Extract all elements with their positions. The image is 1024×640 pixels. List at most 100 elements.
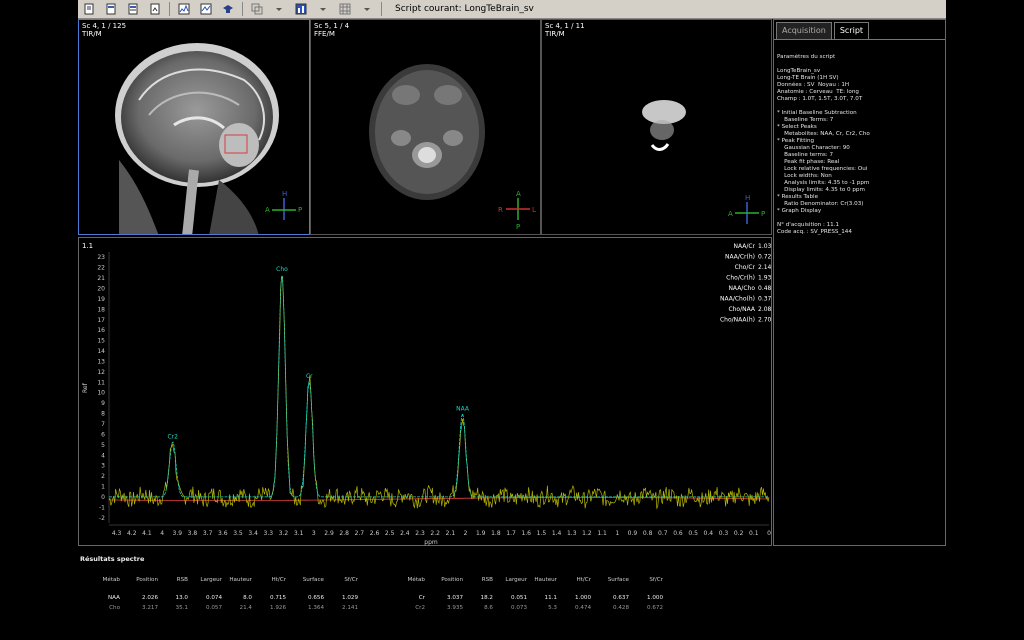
results-cell: 8.6 <box>484 605 493 611</box>
orientation-head-label: H <box>745 194 751 202</box>
x-tick-label: 3.1 <box>294 530 304 537</box>
report-list-icon[interactable] <box>124 2 142 17</box>
x-tick-label: 0.4 <box>704 530 714 537</box>
results-header-cell: Ht/Cr <box>576 577 592 583</box>
y-tick-label: 10 <box>97 390 105 397</box>
x-tick-label: 4 <box>160 530 164 537</box>
x-tick-label: 2.9 <box>324 530 334 537</box>
results-cell: Cr2 <box>415 605 425 611</box>
results-section: Résultats spectre Métab Position RSB Largeu… <box>78 553 948 633</box>
viewport-axial[interactable]: Sc 5, 1 / 4 FFE/M A R L P <box>310 19 541 235</box>
ratio-value: 2.14 <box>758 264 772 271</box>
tab-acquisition[interactable]: Acquisition <box>776 22 832 40</box>
x-tick-label: 2.5 <box>385 530 395 537</box>
layers-icon[interactable] <box>248 2 266 17</box>
ratio-value: 2.70 <box>758 317 772 324</box>
y-tick-label: 18 <box>97 306 105 313</box>
report-icon[interactable] <box>102 2 120 17</box>
results-row: Cho 3.217 35.1 0.057 21.4 1.926 1.364 2.141 <box>88 603 358 613</box>
spectrum-view-icon[interactable] <box>175 2 193 17</box>
spectrum-compare-icon[interactable] <box>197 2 215 17</box>
x-tick-label: 1.1 <box>597 530 607 537</box>
x-tick-label: 3.4 <box>248 530 258 537</box>
y-tick-label: 3 <box>101 463 105 470</box>
ratio-value: 0.48 <box>758 285 772 292</box>
orientation-left-label: L <box>532 206 536 214</box>
y-tick-label: 7 <box>101 421 105 428</box>
y-tick-label: 12 <box>97 369 105 376</box>
viewport-sagittal[interactable]: Sc 4, 1 / 125 TIR/M H A P <box>78 19 310 235</box>
x-tick-label: 3.9 <box>173 530 183 537</box>
ratio-value: 2.08 <box>758 306 772 313</box>
orientation-posterior-label: P <box>298 206 303 214</box>
y-tick-label: 14 <box>97 348 105 355</box>
x-tick-label: 3.8 <box>188 530 198 537</box>
x-tick-label: 0.7 <box>658 530 668 537</box>
y-tick-label: 20 <box>97 285 105 292</box>
x-tick-label: 0.5 <box>688 530 698 537</box>
grid-icon[interactable] <box>336 2 354 17</box>
results-header-cell: Position <box>136 577 158 583</box>
x-tick-label: 2.2 <box>430 530 440 537</box>
axial-brain-image <box>369 64 530 220</box>
x-tick-label: 0.6 <box>673 530 683 537</box>
x-tick-label: 0 <box>767 530 771 537</box>
layers-dropdown-icon[interactable] <box>270 2 288 17</box>
results-cell: 1.029 <box>341 595 358 601</box>
x-tick-label: 0.9 <box>628 530 638 537</box>
layout-dropdown-icon[interactable] <box>314 2 332 17</box>
ratio-name: Cho/Cr(h) <box>726 275 755 282</box>
graduation-cap-icon[interactable] <box>219 2 237 17</box>
viewport-sagittal-map[interactable]: Sc 4, 1 / 11 TIR/M H A P <box>541 19 772 235</box>
orientation-posterior-label: P <box>761 210 766 218</box>
results-cell: 11.1 <box>544 595 557 601</box>
results-header-cell: Métab <box>407 577 425 583</box>
spectrum-chart: 1.1 Ref ppm 2322212019181716151413121110… <box>82 242 772 546</box>
y-tick-label: 0 <box>101 494 105 501</box>
results-cell: 35.1 <box>175 605 188 611</box>
x-tick-label: 0.3 <box>719 530 729 537</box>
y-tick-label: 8 <box>101 411 105 418</box>
export-icon[interactable] <box>146 2 164 17</box>
panel-tabs: Acquisition Script <box>776 22 871 40</box>
results-header-row: Métab Position RSB Largeur Hauteur Ht/Cr Surfa… <box>88 575 358 585</box>
x-tick-label: 1.6 <box>521 530 531 537</box>
new-document-icon[interactable] <box>80 2 98 17</box>
ratio-name: NAA/Cho <box>728 285 755 292</box>
results-cell: 8.0 <box>243 595 252 601</box>
results-cell: 0.428 <box>612 605 629 611</box>
results-cell: Cho <box>109 605 120 611</box>
results-cell: 0.672 <box>646 605 663 611</box>
peak-label: NAA <box>456 406 470 413</box>
results-header-cell: Surface <box>302 577 324 583</box>
results-row: Cr2 3.935 8.6 0.073 5.3 0.474 0.428 0.672 <box>393 603 663 613</box>
current-script-title: Script courant: LongTeBrain_sv <box>395 4 534 14</box>
results-row: Cr 3.037 18.2 0.051 11.1 1.000 0.637 1.000 <box>393 593 663 603</box>
x-tick-label: 3.6 <box>218 530 228 537</box>
orientation-posterior-label: P <box>516 223 521 231</box>
grid-dropdown-icon[interactable] <box>358 2 376 17</box>
x-tick-label: 2.1 <box>446 530 456 537</box>
results-header-cell: Surface <box>607 577 629 583</box>
y-tick-label: 4 <box>101 452 105 459</box>
results-spacer <box>393 585 663 593</box>
results-cell: 0.715 <box>269 595 286 601</box>
orientation-anterior-label: A <box>728 210 733 218</box>
results-cell: 1.364 <box>307 605 324 611</box>
results-cell: 2.141 <box>341 605 358 611</box>
sagittal-map-image <box>642 100 759 224</box>
y-tick-label: 13 <box>97 358 105 365</box>
orientation-right-label: R <box>498 206 503 214</box>
x-tick-label: 1.2 <box>582 530 592 537</box>
results-header-cell: Hauteur <box>534 577 557 583</box>
tab-script[interactable]: Script <box>833 22 870 40</box>
layout-chart-icon[interactable] <box>292 2 310 17</box>
results-cell: 1.000 <box>646 595 663 601</box>
results-cell: 1.926 <box>269 605 286 611</box>
results-cell: 0.656 <box>307 595 324 601</box>
ratio-value: 0.37 <box>758 296 772 303</box>
y-tick-label: 22 <box>97 265 105 272</box>
results-cell: NAA <box>108 595 120 601</box>
spectrum-panel[interactable]: 1.1 Ref ppm 23 22 21 20 19 18 17 16 15 14 13 12 11 10… <box>78 237 772 546</box>
results-cell: 0.074 <box>205 595 222 601</box>
